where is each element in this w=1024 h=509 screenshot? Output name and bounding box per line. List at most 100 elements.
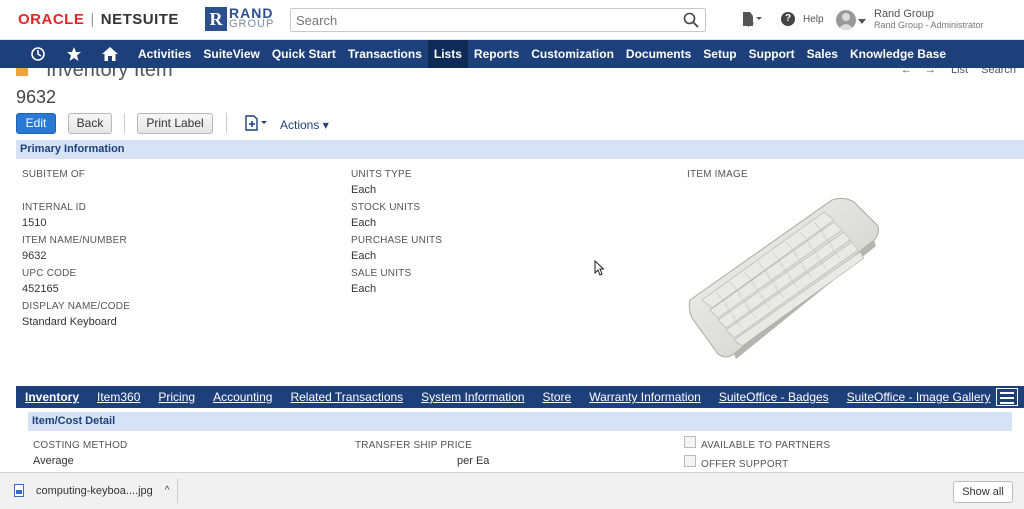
record-number: 9632 — [16, 87, 57, 107]
nav-transactions[interactable]: Transactions — [342, 40, 428, 68]
rand-group-logo: R RAND GROUP — [205, 6, 275, 31]
page-title: Inventory Item — [46, 68, 173, 81]
tab-suiteoffice-image-gallery[interactable]: SuiteOffice - Image Gallery — [838, 386, 1000, 408]
image-file-icon — [14, 484, 24, 497]
tab-suiteoffice-badges[interactable]: SuiteOffice - Badges — [710, 386, 838, 408]
purchase-units-field: PURCHASE UNITS Each — [351, 235, 442, 262]
available-to-partners-checkbox[interactable] — [684, 436, 696, 448]
top-header: ORACLE | NETSUITE R RAND GROUP ? Help Ra… — [0, 0, 1024, 40]
field-value: Standard Keyboard — [22, 316, 117, 328]
help-label: Help — [803, 13, 824, 25]
list-link[interactable]: List — [951, 68, 968, 76]
nav-reports[interactable]: Reports — [468, 40, 525, 68]
edit-button[interactable]: Edit — [16, 113, 56, 134]
oracle-netsuite-logo[interactable]: ORACLE | NETSUITE — [18, 11, 179, 28]
star-icon[interactable] — [56, 40, 92, 68]
nav-customization[interactable]: Customization — [525, 40, 620, 68]
field-label: STOCK UNITS — [351, 202, 421, 213]
transfer-ship-price-value: per Ea — [457, 451, 489, 467]
field-label: COSTING METHOD — [33, 440, 128, 451]
nav-documents[interactable]: Documents — [620, 40, 697, 68]
field-value: Each — [351, 250, 377, 262]
back-button[interactable]: Back — [68, 113, 112, 134]
mouse-cursor-icon — [594, 259, 605, 279]
record-subtabs: Inventory Item360 Pricing Accounting Rel… — [16, 386, 1024, 408]
item-cost-detail-header[interactable]: Item/Cost Detail — [28, 412, 1012, 431]
stock-units-field: STOCK UNITS Each — [351, 202, 420, 229]
subtab-menu-icon[interactable] — [996, 388, 1018, 406]
primary-information-header[interactable]: Primary Information — [16, 140, 1024, 159]
actions-label: Actions — [280, 118, 320, 132]
rand-logo-line2: GROUP — [229, 18, 275, 30]
global-search — [290, 8, 706, 32]
recent-icon[interactable] — [20, 40, 56, 68]
field-label: ITEM NAME/NUMBER — [22, 235, 127, 246]
field-value: per Ea — [457, 455, 490, 467]
new-record-icon[interactable] — [243, 114, 269, 135]
nav-support[interactable]: Support — [743, 40, 801, 68]
brand-separator: | — [90, 11, 95, 28]
nav-sales[interactable]: Sales — [801, 40, 844, 68]
oracle-wordmark: ORACLE — [18, 11, 85, 28]
search-input[interactable] — [291, 9, 671, 31]
actions-menu[interactable]: Actions ▾ — [280, 118, 329, 132]
chevron-up-icon[interactable]: ^ — [165, 485, 170, 496]
help-icon: ? — [781, 12, 795, 26]
tab-inventory[interactable]: Inventory — [16, 386, 88, 408]
upc-code-field: UPC CODE 452165 — [22, 268, 76, 295]
download-item[interactable]: computing-keyboa....jpg ^ — [14, 484, 170, 497]
tab-accounting[interactable]: Accounting — [204, 386, 281, 408]
user-name: Rand Group — [874, 8, 934, 20]
nav-lists[interactable]: Lists — [427, 40, 468, 68]
recent-records-icon[interactable] — [740, 10, 762, 31]
nav-activities[interactable]: Activities — [132, 40, 197, 68]
main-nav: Activities SuiteView Quick Start Transac… — [0, 40, 1024, 68]
transfer-ship-price-field: TRANSFER SHIP PRICE — [355, 440, 472, 451]
offer-support-field: OFFER SUPPORT — [701, 459, 788, 470]
show-all-button[interactable]: Show all — [953, 481, 1013, 503]
field-value: Average — [33, 455, 74, 467]
checkbox-label: AVAILABLE TO PARTNERS — [701, 440, 831, 451]
field-label: PURCHASE UNITS — [351, 235, 443, 246]
search-icon[interactable] — [683, 12, 699, 31]
forward-arrow-icon[interactable]: → — [925, 68, 936, 76]
netsuite-wordmark: NETSUITE — [100, 11, 179, 28]
search-link[interactable]: Search — [981, 68, 1016, 76]
chevron-down-icon: ▾ — [322, 118, 329, 132]
page-title-row: Inventory Item ← → List Search — [0, 68, 1024, 82]
field-label: SUBITEM OF — [22, 169, 86, 180]
tab-pricing[interactable]: Pricing — [149, 386, 204, 408]
tab-item360[interactable]: Item360 — [88, 386, 149, 408]
print-label-button[interactable]: Print Label — [137, 113, 213, 134]
field-value: 9632 — [22, 250, 47, 262]
tab-warranty-information[interactable]: Warranty Information — [580, 386, 710, 408]
item-image-field: ITEM IMAGE — [687, 169, 748, 180]
field-label: DISPLAY NAME/CODE — [22, 301, 131, 312]
item-name-field: ITEM NAME/NUMBER 9632 — [22, 235, 127, 262]
item-image[interactable] — [688, 196, 880, 363]
nav-suiteview[interactable]: SuiteView — [197, 40, 265, 68]
field-value: Each — [351, 217, 377, 229]
subitem-of-field: SUBITEM OF — [22, 169, 85, 184]
offer-support-checkbox[interactable] — [684, 455, 696, 467]
tab-store[interactable]: Store — [534, 386, 581, 408]
nav-setup[interactable]: Setup — [697, 40, 742, 68]
available-to-partners-field: AVAILABLE TO PARTNERS — [701, 440, 830, 451]
field-label: SALE UNITS — [351, 268, 412, 279]
costing-method-field: COSTING METHOD Average — [33, 440, 127, 467]
tab-related-transactions[interactable]: Related Transactions — [281, 386, 412, 408]
help-link[interactable]: ? Help — [781, 12, 824, 26]
download-bar: computing-keyboa....jpg ^ Show all — [0, 472, 1024, 509]
tab-system-information[interactable]: System Information — [412, 386, 533, 408]
nav-quick-start[interactable]: Quick Start — [266, 40, 342, 68]
nav-knowledge-base[interactable]: Knowledge Base — [844, 40, 952, 68]
home-icon[interactable] — [92, 40, 128, 68]
back-arrow-icon[interactable]: ← — [901, 68, 912, 76]
download-divider — [177, 479, 178, 503]
field-value: 1510 — [22, 217, 47, 229]
field-label: INTERNAL ID — [22, 202, 87, 213]
user-menu[interactable]: Rand Group Rand Group - Administrator — [836, 9, 984, 31]
field-value: 452165 — [22, 283, 59, 295]
units-type-field: UNITS TYPE Each — [351, 169, 412, 196]
sale-units-field: SALE UNITS Each — [351, 268, 411, 295]
